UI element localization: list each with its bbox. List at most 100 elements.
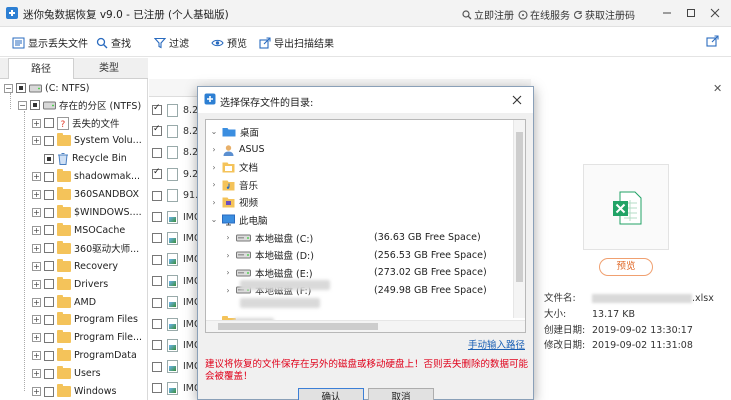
expand-toggle[interactable]: +: [32, 315, 41, 325]
checkbox[interactable]: [44, 297, 54, 307]
tree-partition[interactable]: − 存在的分区 (NTFS): [18, 96, 141, 114]
row-checkbox[interactable]: [152, 383, 162, 394]
tree-node-drive[interactable]: › 本地磁盘 (D:): [224, 247, 314, 264]
chevron-right-icon[interactable]: ›: [210, 198, 218, 207]
chevron-right-icon[interactable]: ›: [224, 251, 232, 260]
checkbox[interactable]: [16, 83, 26, 93]
row-checkbox[interactable]: [152, 147, 162, 158]
online-service-link[interactable]: 在线服务: [518, 7, 570, 22]
tree-item[interactable]: +360驱动大师...: [32, 239, 139, 257]
cancel-button[interactable]: 取消: [368, 388, 434, 400]
row-checkbox[interactable]: [152, 167, 162, 180]
chevron-right-icon[interactable]: ›: [210, 180, 218, 189]
expand-toggle[interactable]: +: [32, 243, 41, 253]
checkbox[interactable]: [44, 171, 54, 182]
tree-item[interactable]: + Users: [32, 365, 101, 383]
checkbox[interactable]: [44, 243, 54, 254]
checkbox[interactable]: [44, 332, 54, 343]
get-code-link[interactable]: 获取注册码: [573, 7, 635, 22]
chevron-right-icon[interactable]: ›: [224, 233, 232, 242]
minimize-button[interactable]: [659, 5, 675, 21]
expand-toggle[interactable]: +: [32, 297, 41, 307]
register-link[interactable]: 立即注册: [462, 7, 514, 22]
tree-item[interactable]: + Recovery: [32, 257, 118, 275]
collapse-toggle[interactable]: −: [18, 100, 27, 110]
checkbox[interactable]: [44, 368, 54, 379]
tree-item[interactable]: + shadowmak...: [32, 168, 140, 186]
row-checkbox[interactable]: [152, 319, 162, 329]
maximize-button[interactable]: [683, 5, 699, 21]
share-button[interactable]: [706, 35, 719, 47]
checkbox[interactable]: [44, 314, 54, 325]
row-checkbox[interactable]: [152, 297, 162, 308]
tree-node-drive[interactable]: › 本地磁盘 (C:): [224, 229, 313, 246]
checkbox[interactable]: [44, 386, 54, 397]
show-lost-files-button[interactable]: 显示丢失文件: [12, 35, 88, 50]
row-checkbox[interactable]: [152, 124, 162, 137]
expand-toggle[interactable]: +: [32, 118, 41, 128]
tree-node[interactable]: › 视频: [210, 194, 258, 211]
tree-item[interactable]: +? 丢失的文件: [32, 114, 120, 132]
row-checkbox[interactable]: [152, 276, 162, 287]
checkbox[interactable]: [44, 189, 54, 200]
tree-node[interactable]: › 文档: [210, 159, 258, 176]
tree-node-desktop[interactable]: ⌄ 桌面: [210, 123, 259, 140]
tree-item[interactable]: + Windows: [32, 383, 116, 400]
tree-item[interactable]: + ProgramData: [32, 347, 137, 365]
expand-toggle[interactable]: +: [32, 225, 41, 235]
manual-path-link[interactable]: 手动输入路径: [468, 337, 525, 351]
confirm-button[interactable]: 确认: [298, 388, 364, 400]
chevron-down-icon[interactable]: ⌄: [210, 215, 218, 224]
checkbox[interactable]: [30, 100, 40, 110]
row-checkbox[interactable]: [152, 212, 162, 222]
tree-node[interactable]: › ASUS: [210, 141, 265, 158]
checkbox[interactable]: [44, 135, 54, 146]
checkbox[interactable]: [44, 261, 54, 272]
expand-toggle[interactable]: +: [32, 190, 41, 200]
tree-item[interactable]: + $WINDOWS....: [32, 204, 142, 222]
row-checkbox[interactable]: [152, 361, 162, 372]
tree-node-drive[interactable]: › 本地磁盘 (E:): [224, 264, 312, 281]
expand-toggle[interactable]: +: [32, 172, 41, 182]
chevron-right-icon[interactable]: ›: [224, 268, 232, 277]
preview-file-button[interactable]: 预览: [599, 258, 653, 276]
tree-drive-c[interactable]: − (C: NTFS): [4, 79, 90, 97]
checkbox[interactable]: [44, 153, 54, 164]
checkbox[interactable]: [44, 207, 54, 218]
chevron-right-icon[interactable]: ›: [210, 145, 218, 154]
expand-toggle[interactable]: +: [32, 279, 41, 289]
checkbox[interactable]: [44, 279, 54, 290]
tree-item[interactable]: Recycle Bin: [32, 150, 127, 168]
row-checkbox[interactable]: [152, 254, 162, 265]
tree-item[interactable]: + Drivers: [32, 275, 108, 293]
checkbox[interactable]: [44, 350, 54, 361]
expand-toggle[interactable]: +: [32, 369, 41, 379]
checkbox[interactable]: [44, 118, 54, 128]
filter-button[interactable]: 过滤: [154, 35, 189, 50]
row-checkbox[interactable]: [152, 190, 162, 201]
horizontal-scrollbar[interactable]: [206, 320, 525, 332]
tree-item[interactable]: + System Volu...: [32, 132, 142, 150]
vertical-scrollbar[interactable]: [513, 120, 525, 318]
close-button[interactable]: [707, 5, 723, 21]
preview-button[interactable]: 预览: [211, 35, 247, 50]
row-checkbox[interactable]: [152, 340, 162, 351]
expand-toggle[interactable]: +: [32, 261, 41, 271]
expand-toggle[interactable]: +: [32, 136, 41, 146]
tree-item[interactable]: +360SANDBOX: [32, 186, 139, 204]
expand-toggle[interactable]: +: [32, 387, 41, 396]
export-scan-results-button[interactable]: 导出扫描结果: [259, 35, 334, 50]
tree-item[interactable]: + Program Files: [32, 311, 138, 329]
tree-item[interactable]: + AMD: [32, 293, 96, 311]
row-checkbox[interactable]: [152, 103, 162, 115]
tab-type[interactable]: 类型: [76, 58, 142, 79]
expand-toggle[interactable]: +: [32, 351, 41, 361]
collapse-toggle[interactable]: −: [4, 83, 13, 93]
expand-toggle[interactable]: +: [32, 333, 41, 343]
dialog-close-button[interactable]: [509, 92, 525, 108]
tree-item[interactable]: + Program File...: [32, 329, 142, 347]
close-preview-icon[interactable]: ✕: [713, 82, 722, 95]
tree-item[interactable]: + MSOCache: [32, 221, 125, 239]
tree-node[interactable]: ⌄ 此电脑: [210, 211, 268, 228]
chevron-right-icon[interactable]: ›: [224, 286, 232, 295]
